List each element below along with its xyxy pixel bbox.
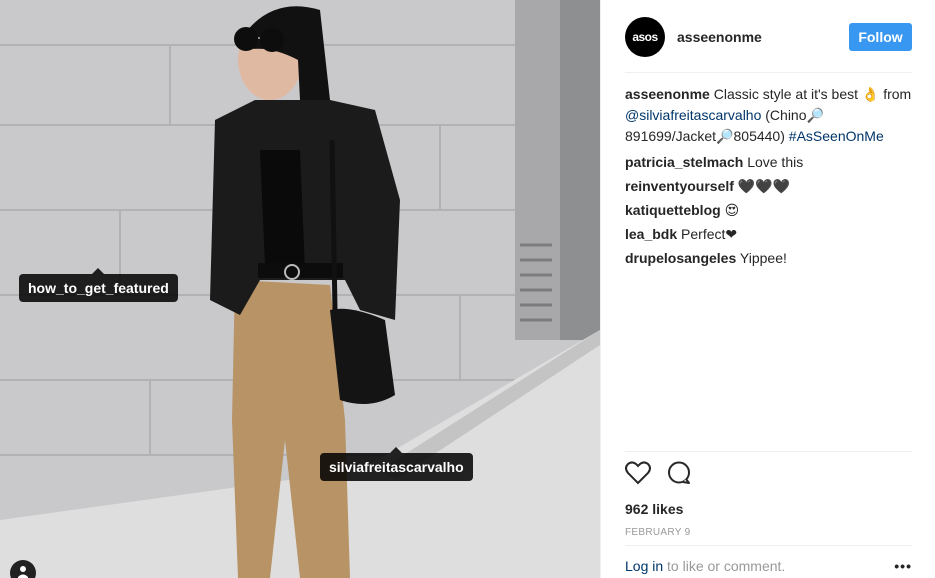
list-item: patricia_stelmach Love this bbox=[625, 150, 913, 174]
author-username[interactable]: asseenonme bbox=[677, 29, 849, 45]
comment-text: Perfect❤ bbox=[681, 226, 738, 242]
caption-username[interactable]: asseenonme bbox=[625, 86, 710, 102]
list-item: katiquetteblog 😍 bbox=[625, 198, 913, 222]
login-prompt-text: to like or comment. bbox=[663, 558, 786, 574]
heart-icon[interactable] bbox=[625, 460, 651, 488]
comment-list: asseenonme Classic style at it's best 👌 … bbox=[625, 84, 913, 270]
post-photo[interactable]: how_to_get_featured silviafreitascarvalh… bbox=[0, 0, 600, 578]
comment-username[interactable]: lea_bdk bbox=[625, 226, 677, 242]
comment-icon[interactable] bbox=[667, 461, 691, 488]
comment-username[interactable]: katiquetteblog bbox=[625, 202, 721, 218]
comment-username[interactable]: reinventyourself bbox=[625, 178, 734, 194]
caption-hashtag-link[interactable]: #AsSeenOnMe bbox=[789, 128, 884, 144]
list-item: lea_bdk Perfect❤ bbox=[625, 222, 913, 246]
post-header: asos asseenonme Follow bbox=[625, 11, 912, 73]
comment-text: Yippee! bbox=[739, 250, 787, 266]
caption-mention-link[interactable]: @silviafreitascarvalho bbox=[625, 107, 761, 123]
comment-text: Love this bbox=[747, 154, 804, 170]
post-side-panel: asos asseenonme Follow asseenonme Classi… bbox=[600, 0, 935, 578]
comment-username[interactable]: patricia_stelmach bbox=[625, 154, 743, 170]
list-item: reinventyourself 🖤🖤🖤 bbox=[625, 174, 913, 198]
post-date: FEBRUARY 9 bbox=[625, 527, 691, 538]
comment-footer: Log in to like or comment. ••• bbox=[625, 545, 912, 574]
photo-tag-silviafreitascarvalho[interactable]: silviafreitascarvalho bbox=[320, 447, 473, 481]
comment-text: 🖤🖤🖤 bbox=[737, 178, 791, 194]
list-item: drupelosangeles Yippee! bbox=[625, 246, 913, 270]
like-count[interactable]: 962 likes bbox=[625, 501, 912, 517]
more-options-button[interactable]: ••• bbox=[894, 558, 912, 574]
caption-text-1: Classic style at it's best 👌 from bbox=[713, 86, 912, 102]
photo-tag-how-to-get-featured[interactable]: how_to_get_featured bbox=[19, 268, 178, 302]
action-icons bbox=[625, 460, 912, 488]
comment-username[interactable]: drupelosangeles bbox=[625, 250, 736, 266]
caption: asseenonme Classic style at it's best 👌 … bbox=[625, 84, 913, 147]
avatar[interactable]: asos bbox=[625, 16, 665, 57]
follow-button[interactable]: Follow bbox=[849, 22, 912, 51]
avatar-logo-text: asos bbox=[632, 29, 658, 44]
post-actions: 962 likes FEBRUARY 9 bbox=[625, 451, 912, 538]
login-link[interactable]: Log in bbox=[625, 558, 663, 574]
user-tag-icon[interactable] bbox=[10, 560, 36, 578]
comment-text: 😍 bbox=[724, 202, 740, 218]
